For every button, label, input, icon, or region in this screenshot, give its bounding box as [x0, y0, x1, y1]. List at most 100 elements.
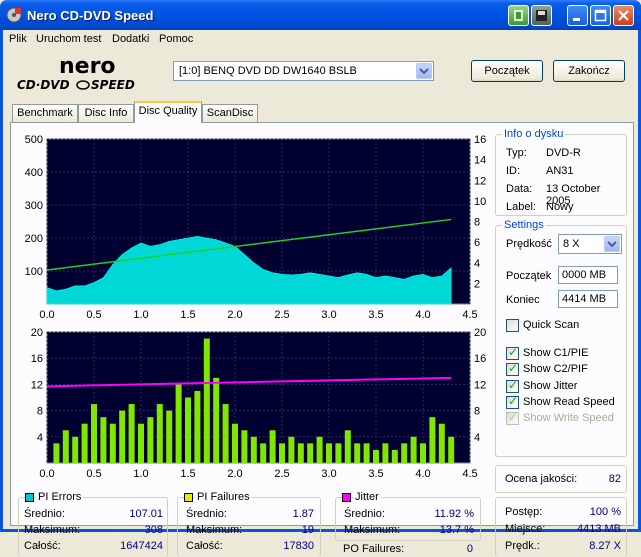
- pif-bar: [100, 417, 107, 463]
- pif-x-tick: 2.0: [227, 468, 242, 480]
- speed-y-tick: 12: [474, 175, 486, 187]
- show-read-speed-label[interactable]: Show Read Speed: [523, 396, 615, 408]
- jitter-max-value: 13.7 %: [439, 524, 474, 536]
- jitter-group: Jitter Średnio: 11.92 % Maksimum: 13.7 %: [335, 491, 481, 541]
- show-jitter-checkbox[interactable]: [506, 378, 519, 393]
- pif-bar: [382, 443, 389, 463]
- disc-info-title: Info o dysku: [502, 128, 566, 140]
- end-mb-input[interactable]: 4414 MB: [558, 290, 618, 308]
- exit-button[interactable]: Zakończ: [553, 60, 625, 82]
- pi-failures-max-label: Maksimum:: [186, 524, 243, 536]
- pif-bar: [354, 443, 361, 463]
- pie-x-tick: 1.5: [180, 309, 195, 321]
- jitter-y-tick: 8: [474, 406, 480, 418]
- pif-x-tick: 3.5: [368, 468, 383, 480]
- pif-y-tick: 8: [37, 406, 43, 418]
- pie-y-tick: 200: [25, 233, 43, 245]
- pif-bar: [279, 443, 285, 463]
- show-c2-pif-checkbox[interactable]: [506, 361, 519, 376]
- pi-errors-avg-value: 107.01: [129, 508, 163, 520]
- jitter-y-tick: 16: [474, 353, 486, 365]
- quick-scan-label[interactable]: Quick Scan: [523, 319, 579, 331]
- menu-bar: Plik Uruchom test Dodatki Pomoc: [3, 30, 638, 50]
- show-c1-pie-label[interactable]: Show C1/PIE: [523, 347, 588, 359]
- pif-y-tick: 12: [31, 379, 43, 391]
- charts-area: 0.0 0.5 1.0 1.5 2.0 2.5 3.0 3.5 4.0 4.5 500 400 300 2…: [25, 134, 487, 480]
- pie-x-tick: 3.0: [321, 309, 336, 321]
- tab-disc-info[interactable]: Disc Info: [78, 104, 134, 122]
- start-mb-input[interactable]: 0000 MB: [558, 266, 618, 284]
- pie-x-tick: 3.5: [368, 309, 383, 321]
- pif-x-tick: 0.5: [86, 468, 101, 480]
- pif-bar: [448, 436, 455, 463]
- disc-date-label: Data:: [506, 183, 533, 195]
- progress-value: 100 %: [589, 506, 621, 518]
- minimize-button[interactable]: [567, 5, 588, 26]
- show-c2-pif-label[interactable]: Show C2/PIF: [523, 363, 588, 375]
- pif-x-tick: 2.5: [274, 468, 289, 480]
- tab-scandisc[interactable]: ScanDisc: [202, 104, 258, 122]
- menu-plik[interactable]: Plik: [9, 33, 27, 45]
- end-mb-label: Koniec: [506, 294, 540, 306]
- pif-bar: [53, 443, 60, 463]
- pie-y-tick: 500: [25, 134, 43, 146]
- disc-type-value: DVD-R: [546, 147, 581, 159]
- start-mb-label: Początek: [506, 270, 552, 282]
- drive-select-value: [1:0] BENQ DVD DD DW1640 BSLB: [179, 65, 357, 77]
- pif-bar: [297, 443, 304, 463]
- pif-bar: [438, 423, 445, 463]
- speed-select-arrow[interactable]: [604, 236, 620, 252]
- start-button[interactable]: Początek: [471, 60, 543, 82]
- quality-score-value: 82: [608, 473, 621, 485]
- close-button[interactable]: [613, 5, 634, 26]
- pi-errors-group: PI Errors Średnio: 107.01 Maksimum: 308 …: [18, 491, 168, 557]
- progress-label: Postęp:: [505, 506, 543, 518]
- pif-bar: [194, 390, 201, 463]
- speed-select[interactable]: 8 X: [558, 234, 622, 254]
- pif-y-tick: 20: [31, 327, 43, 339]
- show-read-speed-checkbox[interactable]: [506, 394, 519, 409]
- pi-failures-avg-label: Średnio:: [186, 508, 227, 520]
- pi-errors-max-label: Maksimum:: [24, 524, 81, 536]
- speed-y-tick: 6: [474, 237, 480, 249]
- pif-bar: [213, 377, 220, 463]
- maximize-button[interactable]: [590, 5, 611, 26]
- client-area: Plik Uruchom test Dodatki Pomoc nero CD·…: [3, 30, 638, 557]
- speed-stat-value: 8.27 X: [589, 540, 621, 552]
- pif-bar: [241, 430, 248, 463]
- menu-pomoc[interactable]: Pomoc: [159, 33, 193, 45]
- speed-y-tick: 16: [474, 134, 486, 146]
- tab-benchmark[interactable]: Benchmark: [12, 104, 78, 122]
- pif-bar: [138, 423, 144, 463]
- show-c1-pie-checkbox[interactable]: [506, 345, 519, 360]
- pi-errors-total-value: 1647424: [120, 540, 163, 552]
- disc-label-label: Label:: [506, 201, 536, 213]
- maximize-icon: [594, 9, 607, 22]
- minimize-icon: [573, 18, 580, 21]
- pif-bar: [373, 449, 379, 463]
- svg-text:SPEED: SPEED: [91, 78, 135, 92]
- pif-bar: [429, 417, 436, 463]
- quick-scan-checkbox[interactable]: [506, 319, 519, 332]
- quality-score-label: Ocena jakości:: [505, 473, 578, 485]
- disc-label-value: Nowy: [546, 201, 574, 213]
- menu-uruchom-test[interactable]: Uruchom test: [36, 33, 101, 45]
- save-icon[interactable]: [531, 5, 552, 26]
- position-value: 4413 MB: [576, 523, 621, 535]
- pif-bar: [175, 384, 182, 463]
- pif-bar: [232, 423, 238, 463]
- drive-select[interactable]: [1:0] BENQ DVD DD DW1640 BSLB: [173, 61, 434, 81]
- jitter-y-tick: 4: [474, 432, 480, 444]
- skin-icon[interactable]: [508, 5, 529, 26]
- speed-y-tick: 14: [474, 155, 486, 167]
- pie-x-tick: 1.0: [133, 309, 148, 321]
- drive-select-arrow[interactable]: [416, 63, 432, 79]
- tab-disc-quality[interactable]: Disc Quality: [134, 101, 202, 123]
- menu-dodatki[interactable]: Dodatki: [112, 33, 149, 45]
- jitter-legend-swatch: [342, 493, 351, 502]
- pif-bar: [72, 436, 79, 463]
- title-bar[interactable]: Nero CD-DVD Speed: [0, 0, 641, 30]
- pie-y-tick: 300: [25, 200, 43, 212]
- pi-failures-total-value: 17830: [283, 540, 314, 552]
- show-jitter-label[interactable]: Show Jitter: [523, 380, 577, 392]
